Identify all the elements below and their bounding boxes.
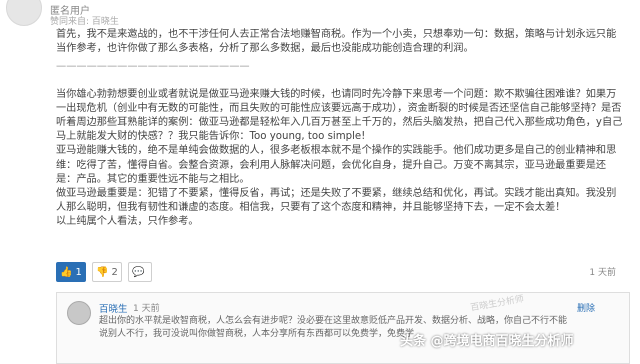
page: 匿名用户 赞同来自: 百晓生 首先，我不是来邀战的，也不干涉任何人去正常合法地赚… (0, 0, 640, 364)
answer-paragraph-5: 以上纯属个人看法，只作参考。 (56, 216, 199, 228)
comment-box: 百晓生 1 天前 删除 超出你的水平就是收智商税，人怎么会有进步呢？没必要在这里… (56, 292, 630, 364)
watermark: 头条 @跨境电商百晓生分析师 (400, 334, 574, 349)
like-button[interactable]: 👍 1 (56, 262, 86, 282)
avatar[interactable] (6, 0, 42, 26)
commenter-avatar[interactable] (67, 301, 91, 325)
thumbs-down-icon: 👎 (96, 266, 109, 278)
comment-button[interactable]: 💬 (128, 262, 152, 282)
thumbs-up-icon: 👍 (60, 266, 73, 278)
answer-body: 首先，我不是来邀战的，也不干涉任何人去正常合法地赚智商税。作为一个小卖，只想奉劝… (56, 28, 626, 230)
like-count: 1 (75, 266, 82, 278)
comment-text-line-1: 超出你的水平就是收智商税，人怎么会有进步呢？没必要在这里故意贬低产品开发、数据分… (99, 316, 568, 326)
answer-paragraph-1: 首先，我不是来邀战的，也不干涉任何人去正常合法地赚智商税。作为一个小卖，只想奉劝… (56, 29, 617, 55)
comment-time: 1 天前 (133, 304, 160, 314)
answer-actions: 👍 1 👎 2 💬 1 天前 (56, 262, 626, 282)
commenter-name[interactable]: 百晓生 (99, 301, 128, 315)
answer-header: 匿名用户 赞同来自: 百晓生 (0, 0, 640, 27)
delete-button[interactable]: 删除 (577, 301, 595, 314)
answer-paragraph-2: 当你雄心勃勃想要创业或者就说是做亚马逊来赚大钱的时候，也请同时先冷静下来思考一个… (56, 88, 623, 143)
comment-icon: 💬 (132, 266, 145, 278)
dislike-button[interactable]: 👎 2 (92, 262, 122, 282)
dislike-count: 2 (111, 266, 118, 278)
answer-paragraph-4: 做亚马逊最重要是：犯错了不要紧，懂得反省，再试；还是失败了不要紧，继续总结和优化… (56, 188, 617, 214)
upvote-from: 赞同来自: 百晓生 (50, 17, 119, 27)
answer-time: 1 天前 (589, 268, 616, 278)
answer-paragraph-3: 亚马逊能赚大钱的，绝不是单纯会做数据的人，很多老板根本就不是个操作的实践能手。他… (56, 145, 617, 185)
divider-line: ——————————————————— (56, 61, 250, 73)
